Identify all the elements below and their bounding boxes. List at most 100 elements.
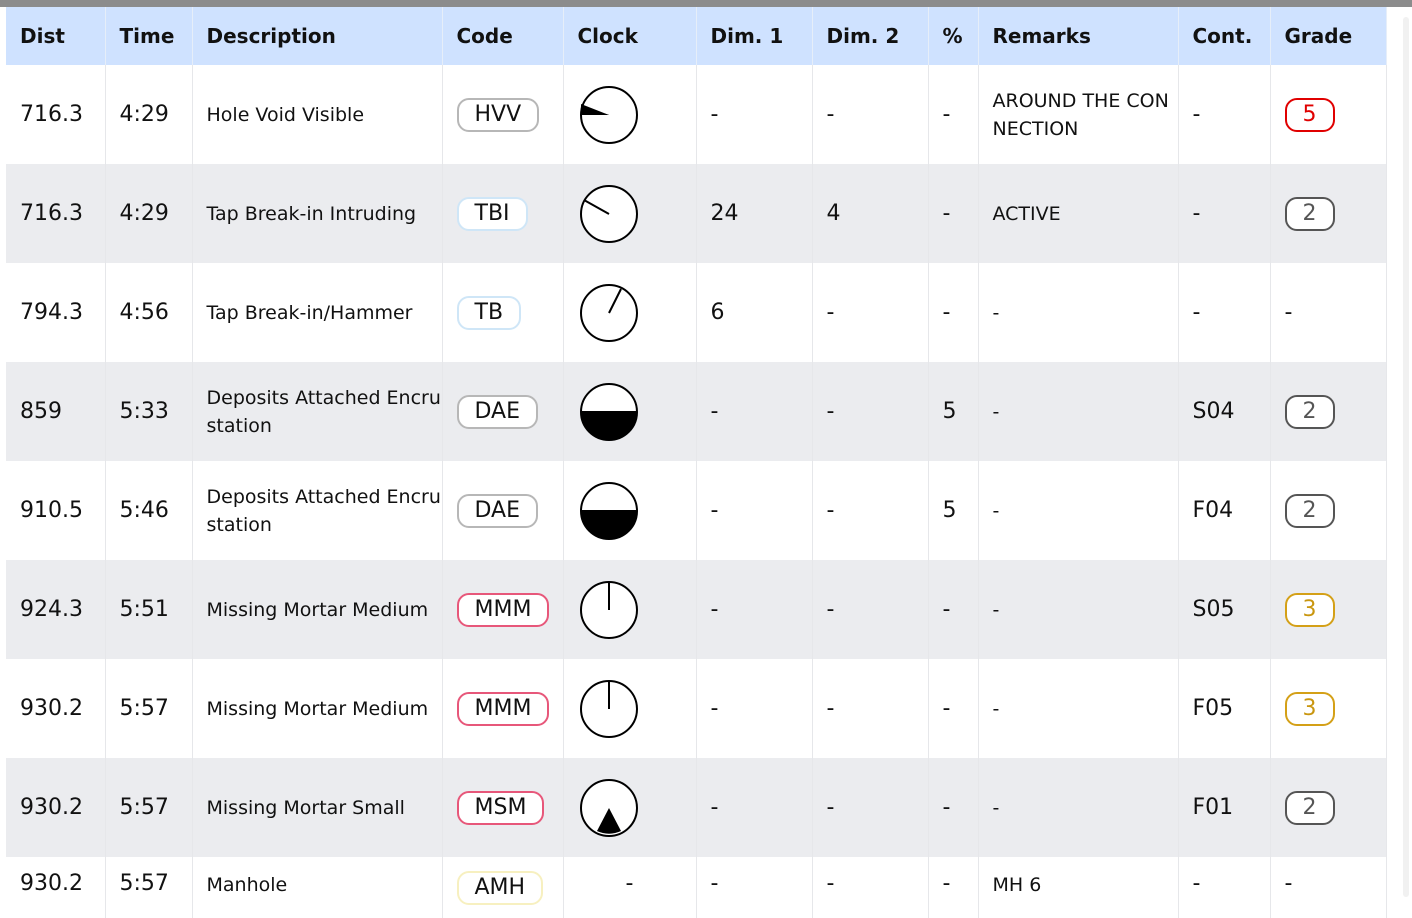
description-cell: Tap Break-in/Hammer	[192, 263, 443, 362]
col-header-dim2[interactable]: Dim. 2	[812, 7, 929, 65]
time-cell: 5:57	[105, 659, 193, 758]
dim1-cell: 6	[696, 263, 813, 362]
table-row[interactable]: 716.3 4:29 Tap Break-in Intruding TBI 24 4- AC…	[6, 164, 1387, 263]
remarks-cell: ACTIVE	[978, 164, 1179, 263]
time-cell: 5:57	[105, 758, 193, 857]
dim1-cell: -	[696, 857, 813, 918]
dist-cell: 930.2	[6, 758, 106, 857]
description-cell: Tap Break-in Intruding	[192, 164, 443, 263]
table-row[interactable]: 930.2 5:57 Missing Mortar Small MSM - - - - F01 2	[6, 758, 1387, 857]
dim2-cell: -	[812, 560, 929, 659]
col-header-dim1[interactable]: Dim. 1	[696, 7, 813, 65]
percent-cell: 5	[928, 461, 979, 560]
dist-cell: 924.3	[6, 560, 106, 659]
code-badge[interactable]: MMM	[456, 592, 550, 627]
dim2-cell: -	[812, 65, 929, 164]
table-row[interactable]: 859 5:33 Deposits Attached Encrustation DAE…	[6, 362, 1387, 461]
dim1-cell: 24	[696, 164, 813, 263]
dist-cell: 716.3	[6, 164, 106, 263]
description-cell: Deposits Attached Encrustation	[192, 362, 443, 461]
cont-cell: -	[1178, 857, 1271, 918]
code-badge[interactable]: TB	[456, 295, 522, 330]
col-header-remarks[interactable]: Remarks	[978, 7, 1179, 65]
col-header-description[interactable]: Description	[192, 7, 443, 65]
table-row[interactable]: 924.3 5:51 Missing Mortar Medium MMM - - - - S05…	[6, 560, 1387, 659]
clock-cell	[563, 461, 697, 560]
code-cell: TB	[442, 263, 564, 362]
code-cell: DAE	[442, 362, 564, 461]
cont-cell: F05	[1178, 659, 1271, 758]
code-badge[interactable]: TBI	[456, 196, 528, 231]
dim2-cell: -	[812, 758, 929, 857]
clock-half-bottom-icon	[578, 381, 696, 443]
table-row[interactable]: 930.2 5:57 Missing Mortar Medium MMM - - - - F05…	[6, 659, 1387, 758]
remarks-cell: -	[978, 758, 1179, 857]
time-cell: 5:46	[105, 461, 193, 560]
code-badge[interactable]: MSM	[456, 790, 545, 825]
grade-cell: 3	[1270, 560, 1387, 659]
description-cell: Missing Mortar Medium	[192, 560, 443, 659]
table-row[interactable]: 716.3 4:29 Hole Void Visible HVV - - - AROUND T…	[6, 65, 1387, 164]
cont-cell: -	[1178, 263, 1271, 362]
clock-hand-1-icon	[578, 282, 696, 344]
col-header-dist[interactable]: Dist	[6, 7, 106, 65]
code-badge[interactable]: AMH	[456, 871, 544, 905]
clock-cell	[563, 263, 697, 362]
time-cell: 5:33	[105, 362, 193, 461]
description-cell: Manhole	[192, 857, 443, 918]
table-row[interactable]: 910.5 5:46 Deposits Attached Encrustation D…	[6, 461, 1387, 560]
percent-cell: -	[928, 65, 979, 164]
scrollbar-thumb[interactable]	[1403, 17, 1409, 897]
table-row[interactable]: 930.2 5:57 Manhole AMH - - - - MH 6--	[6, 857, 1387, 918]
table-row[interactable]: 794.3 4:56 Tap Break-in/Hammer TB 6- - - - -	[6, 263, 1387, 362]
code-badge[interactable]: HVV	[456, 97, 540, 132]
col-header-clock[interactable]: Clock	[563, 7, 697, 65]
clock-hand-12-icon	[578, 579, 696, 641]
cont-cell: F01	[1178, 758, 1271, 857]
code-cell: MSM	[442, 758, 564, 857]
cont-cell: -	[1178, 164, 1271, 263]
cont-cell: -	[1178, 65, 1271, 164]
clock-half-bottom-icon	[578, 480, 696, 542]
grade-cell: 2	[1270, 164, 1387, 263]
dim2-cell: -	[812, 263, 929, 362]
dim2-cell: -	[812, 857, 929, 918]
grade-badge: 2	[1284, 196, 1335, 231]
dist-cell: 930.2	[6, 857, 106, 918]
dist-cell: 910.5	[6, 461, 106, 560]
description-cell: Deposits Attached Encrustation	[192, 461, 443, 560]
remarks-cell: -	[978, 659, 1179, 758]
code-cell: AMH	[442, 857, 564, 918]
grade-cell: -	[1270, 857, 1387, 918]
code-badge[interactable]: DAE	[456, 493, 539, 528]
clock-cell	[563, 362, 697, 461]
dim1-cell: -	[696, 560, 813, 659]
grade-cell: 2	[1270, 461, 1387, 560]
col-header-code[interactable]: Code	[442, 7, 564, 65]
grade-badge: 5	[1284, 97, 1335, 132]
clock-cell	[563, 164, 697, 263]
code-badge[interactable]: MMM	[456, 691, 550, 726]
code-cell: TBI	[442, 164, 564, 263]
time-cell: 4:29	[105, 164, 193, 263]
grade-cell: 3	[1270, 659, 1387, 758]
dist-cell: 716.3	[6, 65, 106, 164]
dim1-cell: -	[696, 65, 813, 164]
col-header-cont[interactable]: Cont.	[1178, 7, 1271, 65]
grade-badge: 2	[1284, 394, 1335, 429]
dim2-cell: -	[812, 461, 929, 560]
vertical-scrollbar[interactable]	[1386, 7, 1412, 902]
col-header-percent[interactable]: %	[928, 7, 979, 65]
percent-cell: -	[928, 659, 979, 758]
col-header-time[interactable]: Time	[105, 7, 193, 65]
time-cell: 5:57	[105, 857, 193, 918]
remarks-cell: AROUND THE CONNECTION	[978, 65, 1179, 164]
description-cell: Missing Mortar Medium	[192, 659, 443, 758]
code-badge[interactable]: DAE	[456, 394, 539, 429]
clock-cell	[563, 560, 697, 659]
col-header-grade[interactable]: Grade	[1270, 7, 1387, 65]
remarks-cell: -	[978, 461, 1179, 560]
description-cell: Hole Void Visible	[192, 65, 443, 164]
remarks-cell: MH 6	[978, 857, 1179, 918]
remarks-cell: -	[978, 560, 1179, 659]
